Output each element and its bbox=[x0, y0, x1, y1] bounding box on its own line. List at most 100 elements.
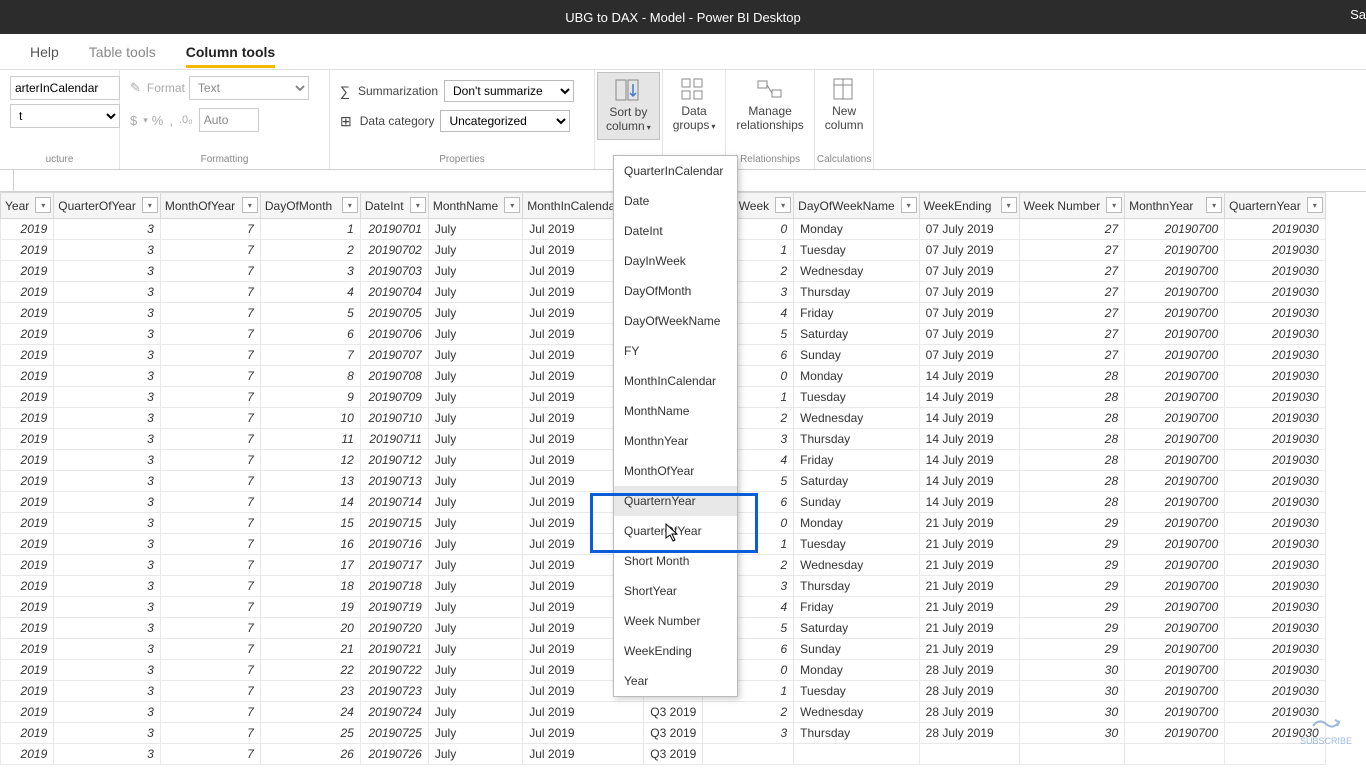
table-cell[interactable]: 20190713 bbox=[360, 471, 428, 492]
dropdown-item[interactable]: DayOfWeekName bbox=[614, 306, 737, 336]
table-cell[interactable]: 17 bbox=[260, 555, 360, 576]
table-cell[interactable]: July bbox=[428, 618, 522, 639]
table-cell[interactable]: 29 bbox=[1019, 555, 1124, 576]
table-cell[interactable]: 27 bbox=[1019, 282, 1124, 303]
table-cell[interactable]: 7 bbox=[160, 282, 260, 303]
table-cell[interactable]: 29 bbox=[1019, 534, 1124, 555]
table-cell[interactable]: 14 July 2019 bbox=[919, 471, 1019, 492]
table-cell[interactable]: 20190721 bbox=[360, 639, 428, 660]
table-cell[interactable]: 27 bbox=[1019, 303, 1124, 324]
table-cell[interactable]: 20190710 bbox=[360, 408, 428, 429]
table-cell[interactable] bbox=[794, 744, 919, 765]
table-cell[interactable]: 20190700 bbox=[1125, 219, 1225, 240]
table-cell[interactable]: Tuesday bbox=[794, 387, 919, 408]
table-cell[interactable]: July bbox=[428, 555, 522, 576]
table-cell[interactable]: July bbox=[428, 408, 522, 429]
table-cell[interactable]: 27 bbox=[1019, 219, 1124, 240]
table-cell[interactable]: 7 bbox=[160, 261, 260, 282]
table-cell[interactable]: Wednesday bbox=[794, 408, 919, 429]
table-cell[interactable]: Wednesday bbox=[794, 555, 919, 576]
table-cell[interactable]: July bbox=[428, 450, 522, 471]
table-cell[interactable]: 7 bbox=[160, 513, 260, 534]
table-cell[interactable]: July bbox=[428, 639, 522, 660]
table-cell[interactable]: 9 bbox=[260, 387, 360, 408]
table-cell[interactable]: 20190708 bbox=[360, 366, 428, 387]
table-cell[interactable]: 29 bbox=[1019, 576, 1124, 597]
table-cell[interactable]: Thursday bbox=[794, 576, 919, 597]
table-cell[interactable]: Tuesday bbox=[794, 240, 919, 261]
table-cell[interactable]: 07 July 2019 bbox=[919, 324, 1019, 345]
table-cell[interactable]: 2019 bbox=[1, 513, 54, 534]
column-header[interactable]: WeekEnding▾ bbox=[919, 193, 1019, 219]
table-cell[interactable]: 7 bbox=[160, 429, 260, 450]
table-row[interactable]: 2019372420190724JulyJul 2019Q3 20192Wedn… bbox=[1, 702, 1326, 723]
table-cell[interactable]: 3 bbox=[54, 744, 161, 765]
table-cell[interactable]: 21 July 2019 bbox=[919, 555, 1019, 576]
sort-by-column-dropdown[interactable]: QuarterInCalendarDateDateIntDayInWeekDay… bbox=[613, 155, 738, 697]
table-cell[interactable]: Wednesday bbox=[794, 261, 919, 282]
table-cell[interactable]: 20190706 bbox=[360, 324, 428, 345]
table-cell[interactable]: 2019030 bbox=[1225, 660, 1326, 681]
table-cell[interactable]: July bbox=[428, 744, 522, 765]
table-cell[interactable]: 20190700 bbox=[1125, 471, 1225, 492]
table-cell[interactable]: 7 bbox=[160, 345, 260, 366]
table-cell[interactable]: 2019030 bbox=[1225, 261, 1326, 282]
table-cell[interactable]: 6 bbox=[260, 324, 360, 345]
column-header[interactable]: MonthnYear▾ bbox=[1125, 193, 1225, 219]
table-cell[interactable]: 28 bbox=[1019, 387, 1124, 408]
percent-icon[interactable]: % bbox=[152, 113, 164, 128]
table-cell[interactable]: Jul 2019 bbox=[523, 702, 644, 723]
table-cell[interactable]: July bbox=[428, 513, 522, 534]
table-cell[interactable]: 2019 bbox=[1, 240, 54, 261]
table-cell[interactable]: 5 bbox=[260, 303, 360, 324]
table-cell[interactable]: 20190702 bbox=[360, 240, 428, 261]
dropdown-item[interactable]: DayOfMonth bbox=[614, 276, 737, 306]
table-cell[interactable]: 07 July 2019 bbox=[919, 345, 1019, 366]
table-cell[interactable]: July bbox=[428, 240, 522, 261]
table-cell[interactable]: 18 bbox=[260, 576, 360, 597]
table-cell[interactable]: 30 bbox=[1019, 660, 1124, 681]
table-cell[interactable]: Tuesday bbox=[794, 534, 919, 555]
table-cell[interactable]: 23 bbox=[260, 681, 360, 702]
table-cell[interactable]: 28 bbox=[1019, 429, 1124, 450]
table-cell[interactable]: July bbox=[428, 387, 522, 408]
table-cell[interactable]: 2019 bbox=[1, 471, 54, 492]
table-cell[interactable]: 7 bbox=[160, 681, 260, 702]
table-cell[interactable]: 20190700 bbox=[1125, 408, 1225, 429]
table-cell[interactable]: 3 bbox=[703, 723, 794, 744]
table-cell[interactable]: 7 bbox=[160, 450, 260, 471]
filter-icon[interactable]: ▾ bbox=[1307, 197, 1323, 213]
table-cell[interactable]: 14 July 2019 bbox=[919, 429, 1019, 450]
table-cell[interactable]: 2019 bbox=[1, 219, 54, 240]
column-header[interactable]: MonthOfYear▾ bbox=[160, 193, 260, 219]
table-cell[interactable]: 20190701 bbox=[360, 219, 428, 240]
table-cell[interactable]: 20190700 bbox=[1125, 618, 1225, 639]
dropdown-item[interactable]: QuarternYear bbox=[614, 486, 737, 516]
table-cell[interactable]: 3 bbox=[54, 366, 161, 387]
table-cell[interactable]: 2019 bbox=[1, 303, 54, 324]
table-cell[interactable]: 2019 bbox=[1, 660, 54, 681]
table-cell[interactable]: July bbox=[428, 324, 522, 345]
table-cell[interactable]: 20190700 bbox=[1125, 261, 1225, 282]
table-cell[interactable]: 07 July 2019 bbox=[919, 219, 1019, 240]
table-cell[interactable]: 3 bbox=[54, 513, 161, 534]
table-cell[interactable]: July bbox=[428, 261, 522, 282]
column-header[interactable]: QuarternYear▾ bbox=[1225, 193, 1326, 219]
table-cell[interactable]: July bbox=[428, 723, 522, 744]
table-cell[interactable]: 2019030 bbox=[1225, 303, 1326, 324]
table-cell[interactable]: Friday bbox=[794, 303, 919, 324]
filter-icon[interactable]: ▾ bbox=[504, 197, 520, 213]
decimals-input[interactable] bbox=[199, 108, 259, 132]
table-cell[interactable]: 26 bbox=[260, 744, 360, 765]
table-cell[interactable]: 20190700 bbox=[1125, 723, 1225, 744]
table-cell[interactable]: 7 bbox=[160, 723, 260, 744]
table-cell[interactable]: 25 bbox=[260, 723, 360, 744]
table-cell[interactable]: Wednesday bbox=[794, 702, 919, 723]
filter-icon[interactable]: ▾ bbox=[1106, 197, 1122, 213]
table-cell[interactable]: 2019 bbox=[1, 744, 54, 765]
table-cell[interactable]: 2019030 bbox=[1225, 429, 1326, 450]
dropdown-item[interactable]: Short Month bbox=[614, 546, 737, 576]
table-cell[interactable]: 3 bbox=[54, 450, 161, 471]
table-cell[interactable]: 20190700 bbox=[1125, 240, 1225, 261]
table-cell[interactable]: 3 bbox=[54, 576, 161, 597]
